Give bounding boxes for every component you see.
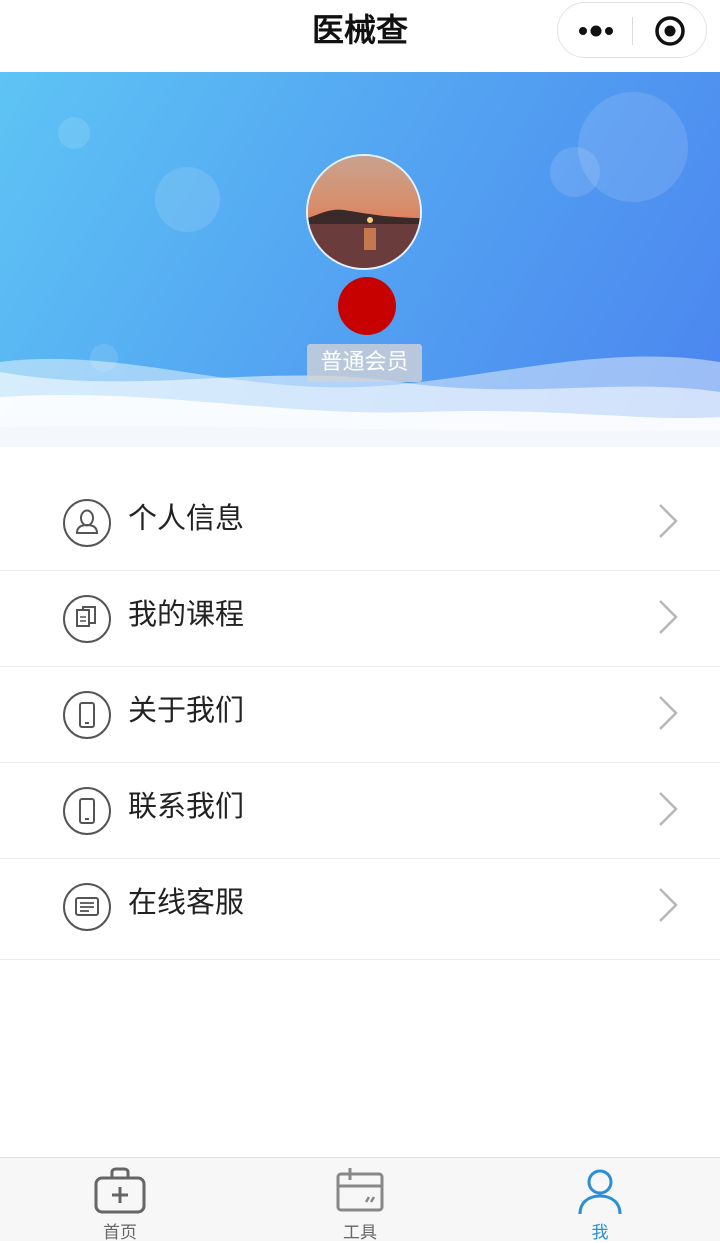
chevron-right-icon (659, 888, 678, 922)
menu-item-my-courses[interactable]: 我的课程 (0, 571, 720, 667)
message-icon (63, 883, 111, 931)
target-close-icon (655, 16, 685, 46)
tab-tools[interactable]: 工具 (240, 1158, 480, 1243)
mini-program-capsule (557, 2, 707, 58)
tools-icon (336, 1168, 384, 1212)
redaction-mark (338, 277, 396, 335)
tab-label: 首页 (103, 1223, 137, 1243)
menu-list: 个人信息 我的课程 关于我们 联系我们 在线客服 (0, 475, 720, 960)
menu-item-label: 联系我们 (128, 789, 245, 823)
tab-home[interactable]: 首页 (0, 1158, 240, 1243)
documents-icon (63, 595, 111, 643)
menu-item-label: 我的课程 (128, 597, 245, 631)
navigation-bar: 医械查 (0, 0, 720, 73)
phone-icon (63, 787, 111, 835)
menu-item-label: 个人信息 (128, 501, 245, 535)
medical-kit-icon (94, 1167, 146, 1214)
tab-bar: 首页 工具 我 (0, 1157, 720, 1243)
chevron-right-icon (659, 504, 678, 538)
avatar[interactable] (306, 154, 422, 270)
menu-item-label: 在线客服 (128, 885, 245, 919)
bokeh-decoration (550, 147, 600, 197)
close-button[interactable] (633, 3, 707, 57)
menu-item-label: 关于我们 (128, 693, 245, 727)
menu-item-online-service[interactable]: 在线客服 (0, 859, 720, 960)
chevron-right-icon (659, 600, 678, 634)
sunset-avatar-image (308, 156, 420, 268)
menu-item-personal-info[interactable]: 个人信息 (0, 475, 720, 571)
bokeh-decoration (58, 117, 90, 149)
user-icon (578, 1169, 622, 1215)
tab-me[interactable]: 我 (480, 1158, 720, 1243)
more-button[interactable] (558, 3, 632, 57)
member-level-badge: 普通会员 (307, 344, 422, 382)
menu-item-about-us[interactable]: 关于我们 (0, 667, 720, 763)
chevron-right-icon (659, 696, 678, 730)
person-icon (63, 499, 111, 547)
menu-item-contact-us[interactable]: 联系我们 (0, 763, 720, 859)
bokeh-decoration (155, 167, 220, 232)
more-dots-icon (579, 25, 613, 37)
phone-icon (63, 691, 111, 739)
chevron-right-icon (659, 792, 678, 826)
tab-label: 工具 (343, 1223, 377, 1243)
tab-label: 我 (591, 1223, 609, 1243)
profile-banner: 天 普通会员 (0, 72, 720, 447)
